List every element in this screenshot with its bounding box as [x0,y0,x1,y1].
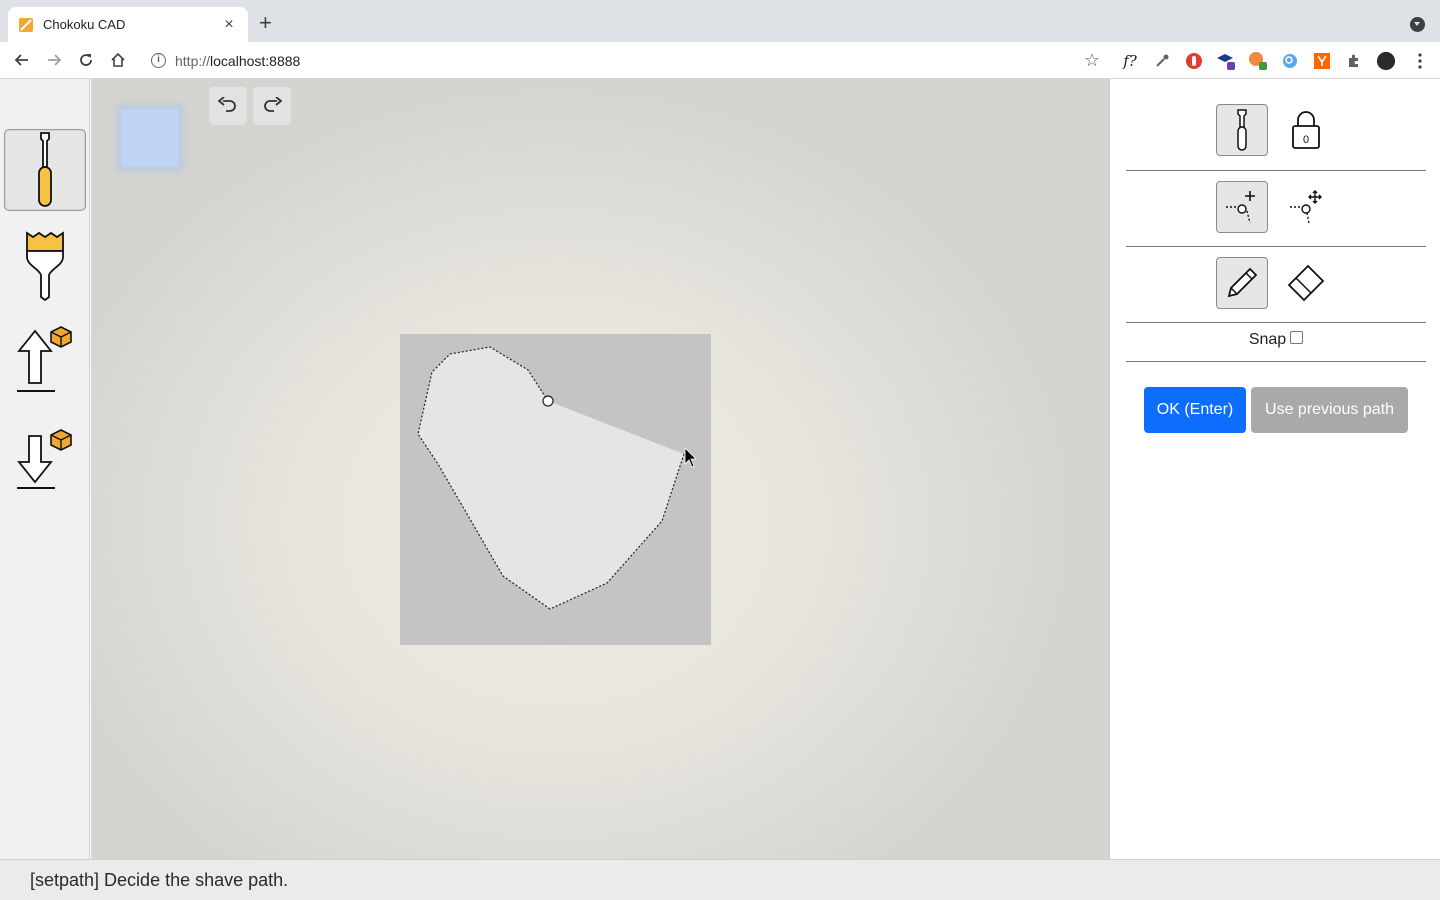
formula-extension-icon[interactable]: f? [1120,51,1140,71]
stock-block[interactable] [400,334,711,645]
shave-region [418,347,684,609]
browser-menu-icon[interactable] [1410,51,1430,71]
right-panel: 0 Snap OK (Enter) Use previous path [1108,79,1440,859]
panel-divider [1126,170,1426,171]
brush-tool-button[interactable] [4,224,86,306]
site-info-icon[interactable]: i [151,53,166,68]
move-vertex-button[interactable] [1280,181,1332,233]
back-icon[interactable] [12,50,32,70]
undo-button[interactable] [209,87,247,125]
undo-icon [218,97,236,112]
reload-icon[interactable] [76,50,96,70]
mouse-cursor-icon [684,447,697,468]
tab-search-icon[interactable] [1410,17,1425,32]
left-toolbar [0,79,90,859]
export-up-arrow-icon [17,326,72,392]
tab-title: Chokoku CAD [43,17,126,32]
lock-button[interactable]: 0 [1280,104,1332,156]
cookie-extension-icon[interactable] [1248,51,1268,71]
close-tab-icon[interactable]: × [220,16,238,33]
panel-divider [1126,322,1426,323]
app-favicon-icon [19,17,33,32]
url-text: http://localhost:8888 [175,52,301,69]
ok-button[interactable]: OK (Enter) [1144,387,1246,433]
use-previous-path-button[interactable]: Use previous path [1251,387,1408,433]
search-extension-icon[interactable] [1280,51,1300,71]
browser-toolbar: i http://localhost:8888 ☆ f? [0,42,1440,79]
app-root: 0 Snap OK (Enter) Use previous path [set… [0,79,1440,900]
redo-icon [264,97,282,112]
graduation-extension-icon[interactable] [1216,51,1236,71]
add-vertex-button[interactable] [1216,181,1268,233]
pencil-button[interactable] [1216,257,1268,309]
import-down-arrow-icon [17,429,72,489]
viewcube-thumbnail[interactable] [121,109,179,167]
new-tab-icon[interactable]: + [259,12,272,34]
bookmark-star-icon[interactable]: ☆ [1084,51,1100,69]
pencil-icon [1227,267,1258,298]
home-icon[interactable] [108,50,128,70]
profile-avatar-icon[interactable] [1376,51,1396,71]
move-vertex-icon [1290,190,1322,224]
chisel-outline-icon [1237,109,1247,151]
snap-checkbox[interactable] [1290,330,1304,344]
chisel-tool-button[interactable] [4,129,86,211]
status-bar: [setpath] Decide the shave path. [0,859,1440,900]
forward-icon[interactable] [44,50,64,70]
browser-tab[interactable]: Chokoku CAD × [8,7,248,42]
path-start-vertex[interactable] [542,395,554,407]
chisel-mode-button[interactable] [1216,104,1268,156]
shave-path-svg [417,346,697,610]
snap-label: Snap [1248,331,1287,348]
eyedropper-extension-icon[interactable] [1152,51,1172,71]
eraser-button[interactable] [1280,257,1332,309]
download-model-button[interactable] [4,414,86,496]
eraser-icon [1287,264,1325,302]
panel-divider [1126,246,1426,247]
adblock-extension-icon[interactable] [1184,51,1204,71]
redo-button[interactable] [253,87,291,125]
snap-row: Snap [1110,330,1440,349]
address-bar[interactable]: i http://localhost:8888 ☆ [140,46,1110,75]
lock-icon: 0 [1292,111,1320,149]
chisel-icon [38,132,52,207]
brush-icon [26,231,64,301]
extensions-puzzle-icon[interactable] [1344,51,1364,71]
lock-count: 0 [1303,134,1309,146]
drawing-canvas[interactable] [91,79,1108,859]
add-vertex-icon [1226,191,1255,224]
panel-divider [1126,361,1426,362]
browser-tab-bar: Chokoku CAD × + [0,0,1440,42]
hackernews-extension-icon[interactable] [1312,51,1332,71]
upload-model-button[interactable] [4,319,86,401]
